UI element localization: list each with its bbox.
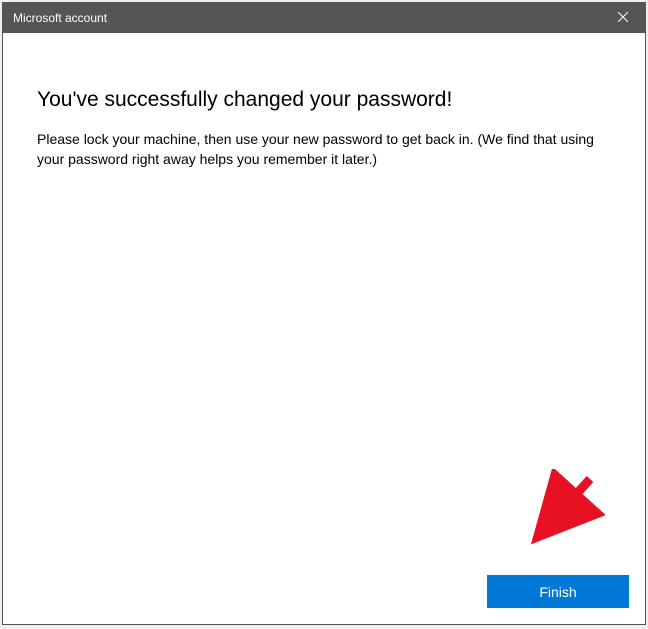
window-title: Microsoft account bbox=[13, 11, 600, 25]
close-icon bbox=[618, 11, 628, 25]
dialog-footer: Finish bbox=[3, 575, 645, 624]
success-heading: You've successfully changed your passwor… bbox=[37, 88, 611, 112]
dialog-content: You've successfully changed your passwor… bbox=[3, 33, 645, 575]
dialog-window: Microsoft account You've successfully ch… bbox=[2, 2, 646, 625]
instruction-text: Please lock your machine, then use your … bbox=[37, 130, 611, 169]
titlebar: Microsoft account bbox=[3, 3, 645, 33]
finish-button[interactable]: Finish bbox=[487, 575, 629, 608]
close-button[interactable] bbox=[600, 3, 645, 33]
